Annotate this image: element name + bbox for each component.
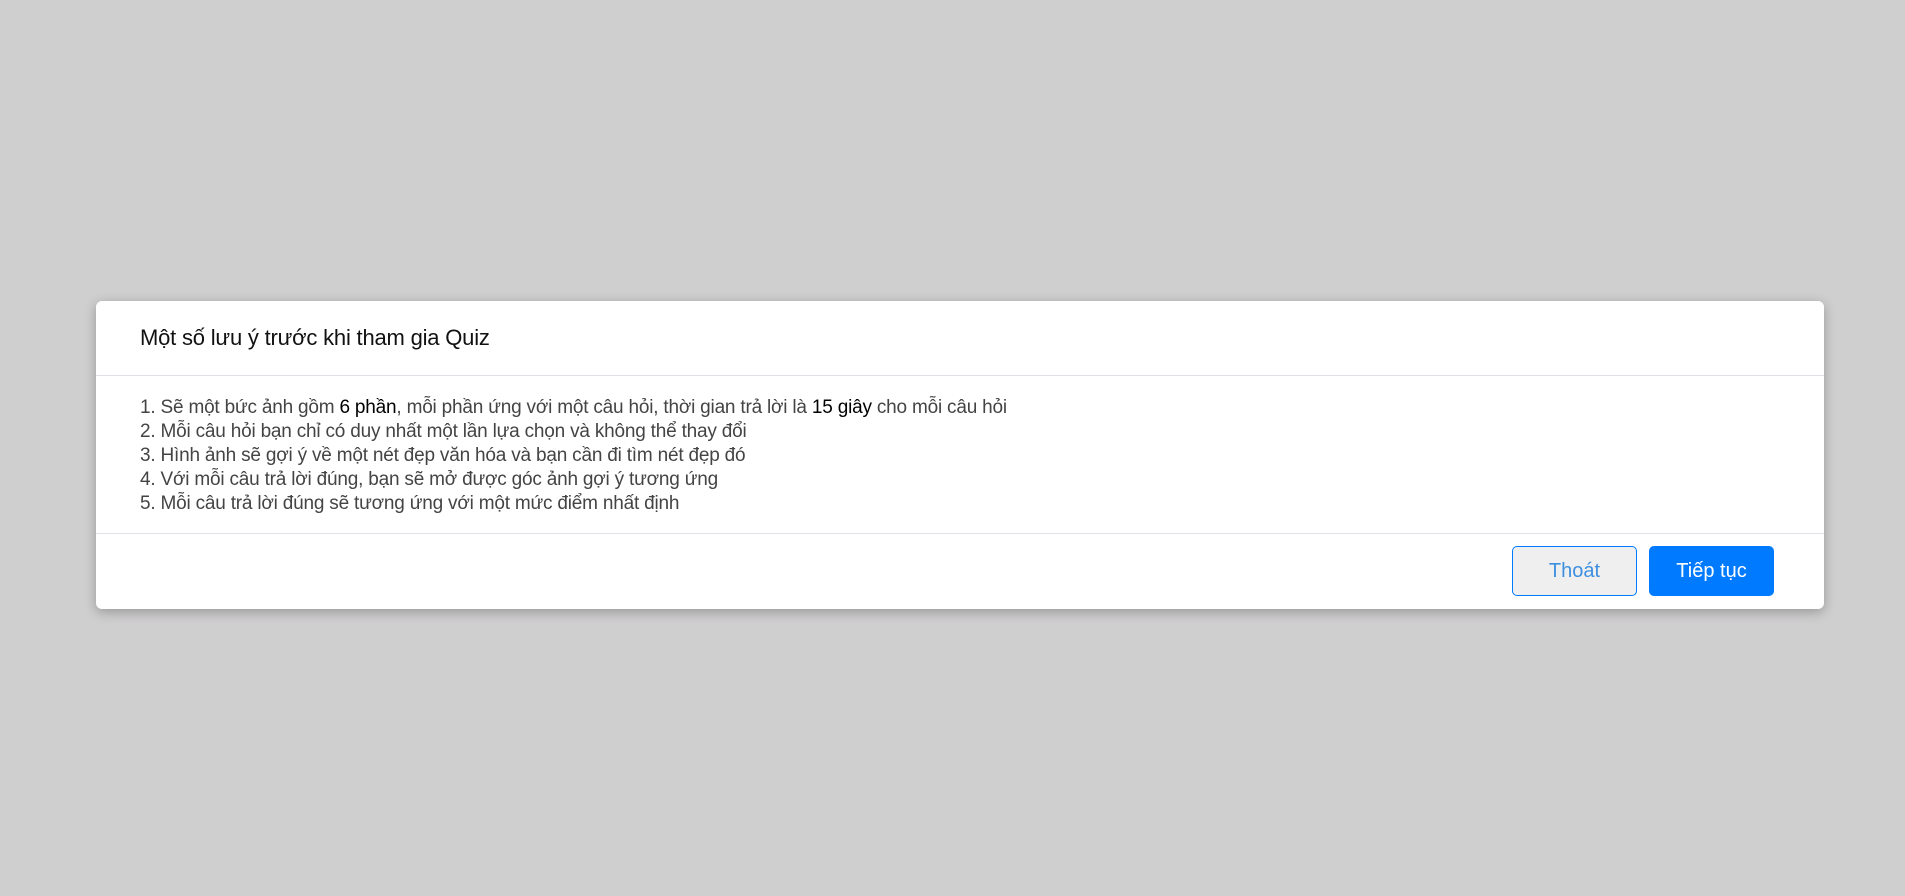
rule-item-4: 4. Với mỗi câu trả lời đúng, bạn sẽ mở đ…: [140, 469, 718, 490]
rule-1-suffix: cho mỗi câu hỏi: [871, 397, 1007, 418]
quiz-rules-dialog: Một số lưu ý trước khi tham gia Quiz 1. …: [96, 301, 1824, 609]
dialog-title: Một số lưu ý trước khi tham gia Quiz: [140, 325, 490, 350]
dialog-footer: Thoát Tiếp tục: [96, 534, 1824, 608]
dialog-header: Một số lưu ý trước khi tham gia Quiz: [96, 301, 1824, 376]
rule-item-5: 5. Mỗi câu trả lời đúng sẽ tương ứng với…: [140, 493, 680, 514]
dialog-body: 1. Sẽ một bức ảnh gồm 6 phần, mỗi phần ứ…: [96, 376, 1824, 534]
rule-1-middle: , mỗi phần ứng với một câu hỏi, thời gia…: [396, 397, 812, 418]
rule-1-parts-count: 6 phần: [339, 397, 397, 418]
rule-item-1: 1. Sẽ một bức ảnh gồm 6 phần, mỗi phần ứ…: [140, 396, 1780, 420]
rule-item-2: 2. Mỗi câu hỏi bạn chỉ có duy nhất một l…: [140, 421, 747, 442]
rule-1-prefix: 1. Sẽ một bức ảnh gồm: [140, 397, 340, 418]
rule-1-time-limit: 15 giây: [811, 397, 872, 418]
continue-button[interactable]: Tiếp tục: [1649, 546, 1774, 596]
rule-item-3: 3. Hình ảnh sẽ gợi ý về một nét đẹp văn …: [140, 445, 746, 466]
exit-button[interactable]: Thoát: [1512, 546, 1637, 596]
